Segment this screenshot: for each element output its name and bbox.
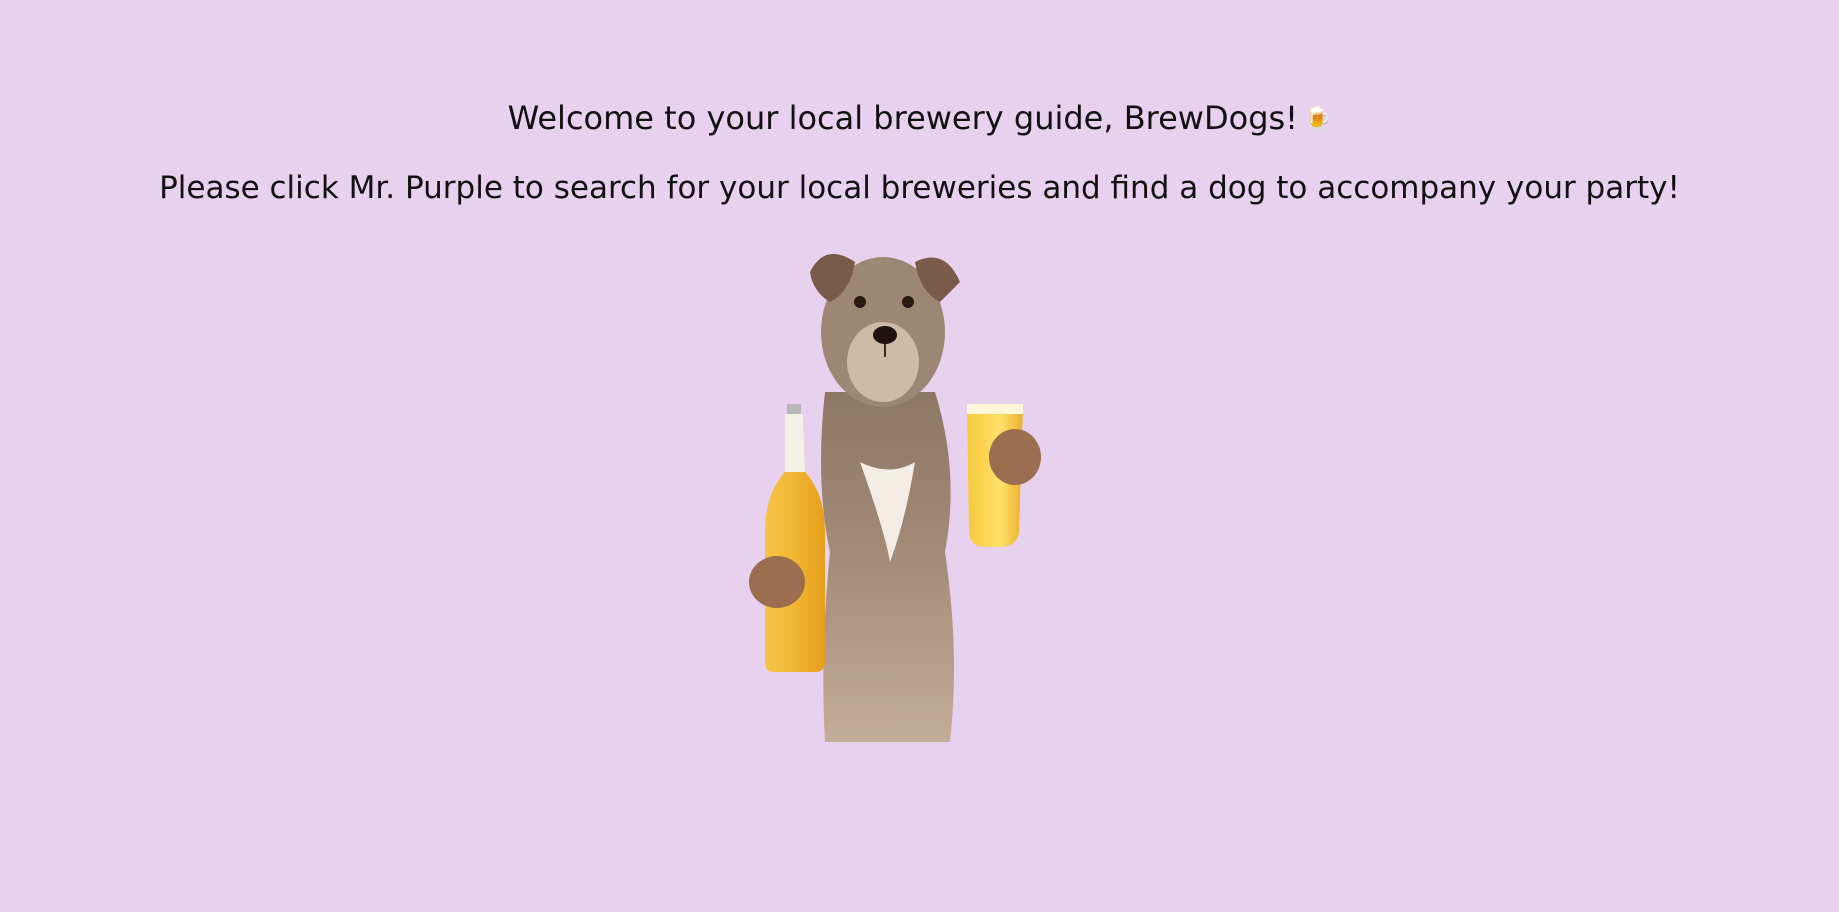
dog-with-beer-image bbox=[749, 254, 1041, 742]
page: Welcome to your local brewery guide, Bre… bbox=[0, 0, 1839, 912]
beer-mug-icon: 🍺 bbox=[1304, 106, 1332, 131]
welcome-text: Welcome to your local brewery guide, Bre… bbox=[507, 99, 1298, 137]
mr-purple-dog-button[interactable] bbox=[745, 232, 1065, 742]
welcome-heading: Welcome to your local brewery guide, Bre… bbox=[0, 98, 1839, 139]
instruction-text: Please click Mr. Purple to search for yo… bbox=[159, 170, 1680, 206]
